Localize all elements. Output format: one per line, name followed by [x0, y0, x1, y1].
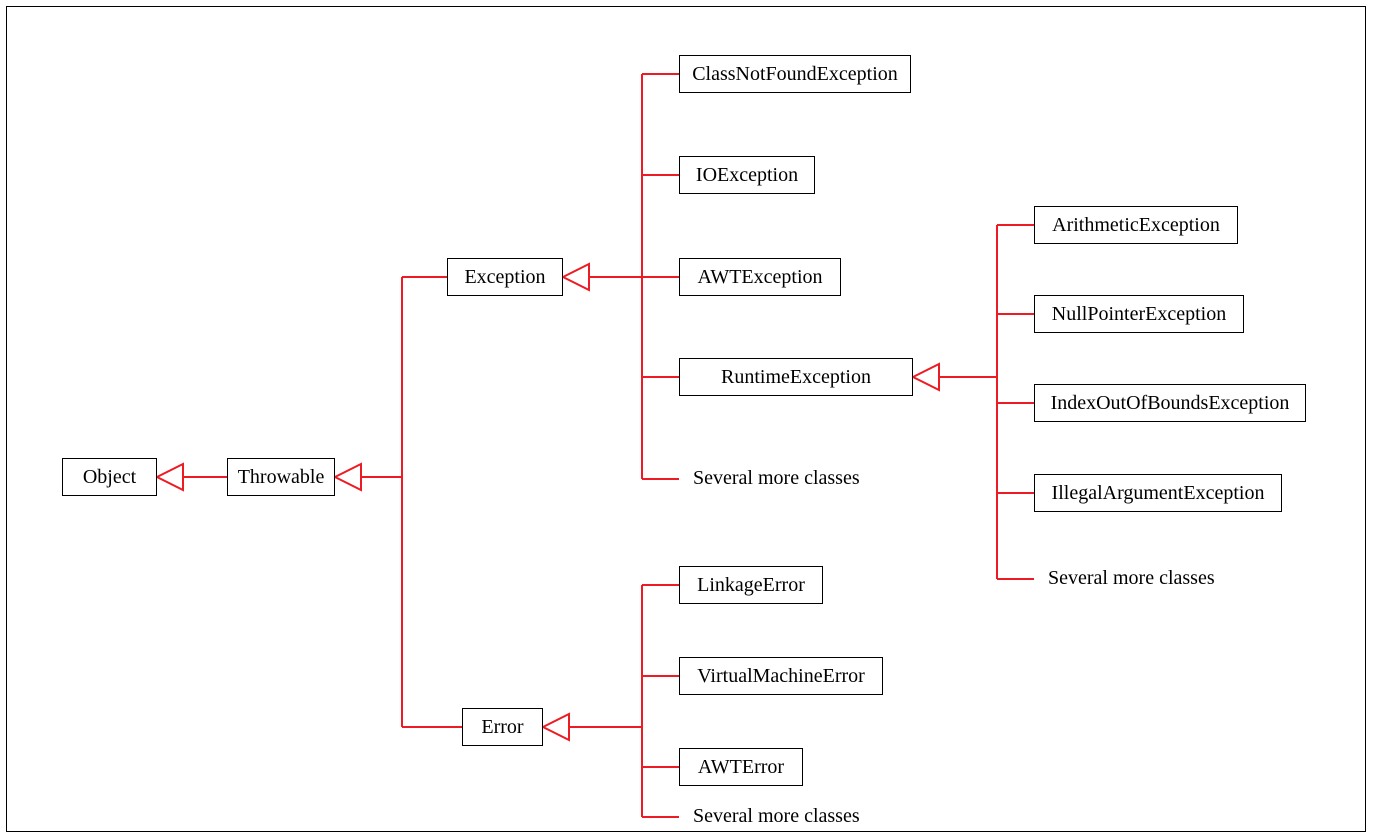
node-null-pointer-exception: NullPointerException: [1034, 295, 1244, 333]
node-throwable: Throwable: [227, 458, 335, 496]
more-label-error: Several more classes: [693, 805, 860, 828]
node-io-exception: IOException: [679, 156, 815, 194]
node-illegal-argument-exception: IllegalArgumentException: [1034, 474, 1282, 512]
node-awt-error: AWTError: [679, 748, 803, 786]
node-arithmetic-exception: ArithmeticException: [1034, 206, 1238, 244]
node-index-out-of-bounds-exception: IndexOutOfBoundsException: [1034, 384, 1306, 422]
node-exception: Exception: [447, 258, 563, 296]
more-label-runtime: Several more classes: [1048, 567, 1215, 590]
diagram-frame: Object Throwable Exception Error ClassNo…: [6, 6, 1366, 832]
node-linkage-error: LinkageError: [679, 566, 823, 604]
node-runtime-exception: RuntimeException: [679, 358, 913, 396]
more-label-exception: Several more classes: [693, 467, 860, 490]
node-virtual-machine-error: VirtualMachineError: [679, 657, 883, 695]
node-error: Error: [462, 708, 543, 746]
node-class-not-found-exception: ClassNotFoundException: [679, 55, 911, 93]
node-awt-exception: AWTException: [679, 258, 841, 296]
node-object: Object: [62, 458, 157, 496]
